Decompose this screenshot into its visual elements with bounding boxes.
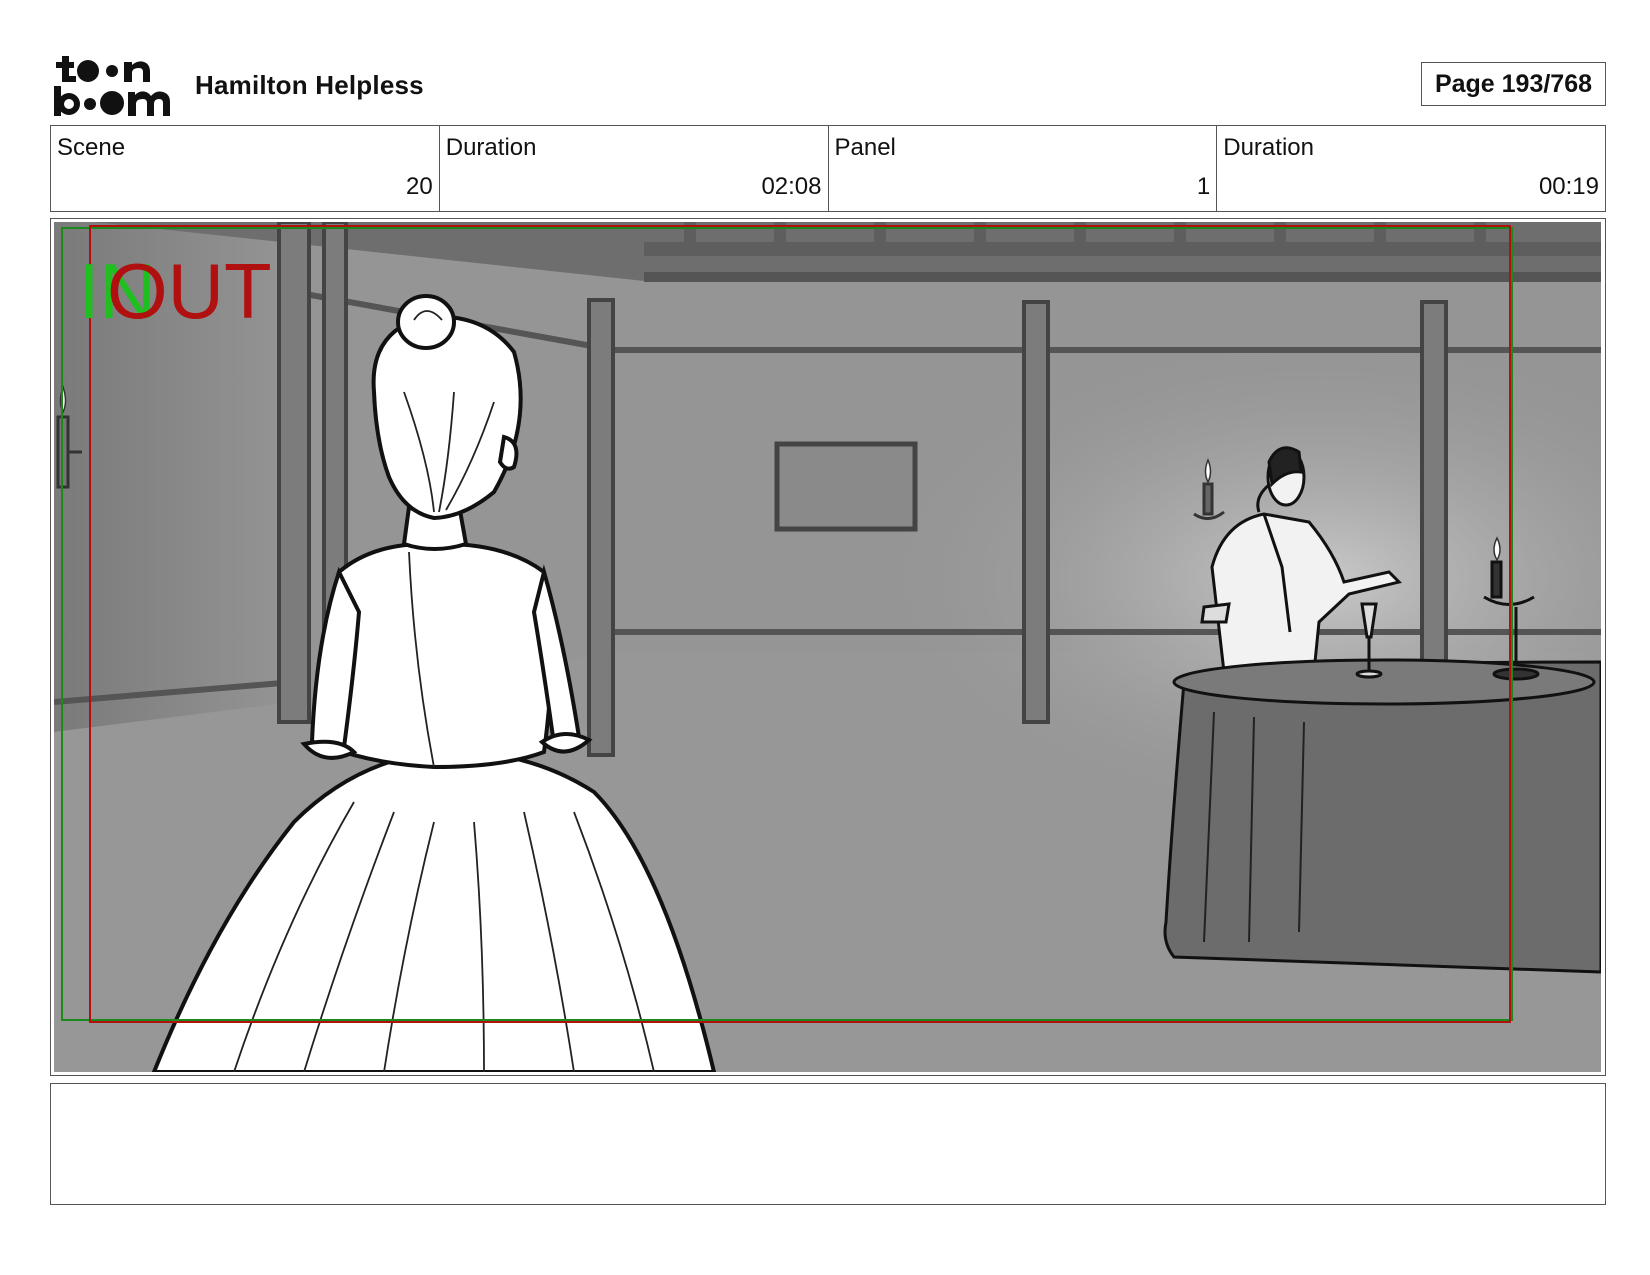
scene-value: 20 [406,173,433,200]
scene-cell: Scene 20 [51,126,440,211]
panel-duration-cell: Duration 00:19 [1217,126,1605,211]
toon-boom-logo [52,52,172,118]
panel-duration-label: Duration [1223,134,1314,161]
scene-info-row: Scene 20 Duration 02:08 Panel 1 Duration… [50,125,1606,212]
panel-label: Panel [834,134,896,161]
page-indicator-text: Page 193/768 [1434,69,1593,98]
panel-cell: Panel 1 [829,126,1218,211]
storyboard-panel-image: IN OUT [54,222,1601,1072]
panel-value: 1 [1196,173,1211,200]
storyboard-panel-frame: IN OUT [50,218,1606,1076]
scene-duration-label: Duration [445,134,537,161]
panel-notes-box [50,1083,1606,1205]
panel-duration-value: 00:19 [1538,173,1599,200]
out-marker: OUT [107,247,272,335]
scene-label: Scene [57,134,126,161]
page-indicator: Page 193/768 [1421,62,1606,106]
scene-duration-cell: Duration 02:08 [440,126,829,211]
project-title: Hamilton Helpless [195,70,424,100]
scene-duration-value: 02:08 [761,173,822,200]
